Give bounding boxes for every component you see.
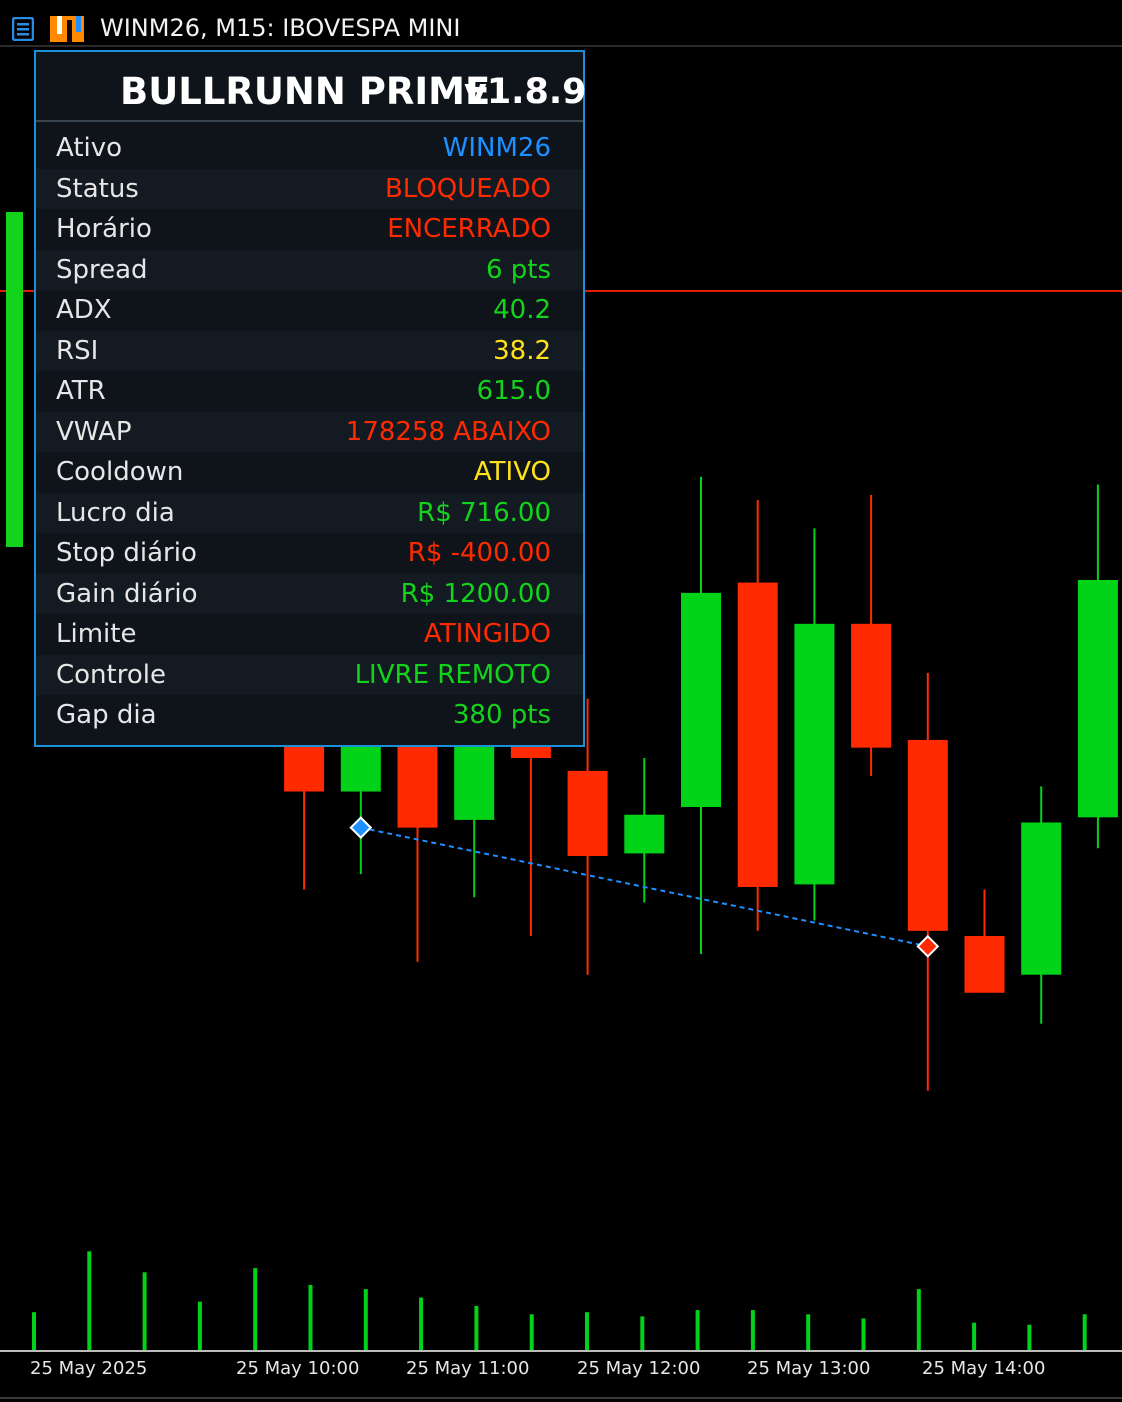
volume-bar <box>142 1272 147 1350</box>
volume-bar <box>32 1312 36 1350</box>
volume-bar <box>87 1251 92 1350</box>
candle-body <box>1021 822 1062 975</box>
volume-indicator-bar <box>6 212 23 547</box>
buy-marker-icon <box>349 816 373 840</box>
chart-title-bar: WINM26, M15: IBOVESPA MINI <box>0 0 1122 46</box>
volume-bar <box>640 1316 645 1350</box>
row-label: Stop diário <box>56 538 197 569</box>
bullrunn-info-panel[interactable]: BULLRUNN PRIME v1.8.9 Ativo WINM26 Status… <box>34 50 587 747</box>
panel-row-ativo: Ativo WINM26 <box>36 128 583 169</box>
panel-row-lucro-dia: Lucro dia R$ 716.00 <box>36 492 583 533</box>
symbol-timeframe-title: WINM26, M15: IBOVESPA MINI <box>100 14 461 42</box>
panel-row-vwap: VWAP 178258 ABAIXO <box>36 411 583 452</box>
panel-row-stop-diario: Stop diário R$ -400.00 <box>36 533 583 574</box>
volume-bar <box>861 1318 866 1350</box>
panel-row-atr: ATR 615.0 <box>36 371 583 412</box>
candle-body <box>907 739 948 931</box>
volume-bar <box>529 1314 534 1350</box>
row-label: Spread <box>56 254 148 285</box>
row-label: ATR <box>56 376 106 407</box>
time-axis-label: 25 May 13:00 <box>747 1358 871 1379</box>
row-value: ENCERRADO <box>387 214 551 245</box>
volume-bar <box>695 1310 700 1350</box>
time-axis-label: 25 May 11:00 <box>406 1358 530 1379</box>
row-label: Cooldown <box>56 457 184 488</box>
row-label: Ativo <box>56 133 123 164</box>
row-value: ATIVO <box>473 457 551 488</box>
volume-bar <box>750 1310 755 1350</box>
volume-bar <box>916 1289 921 1350</box>
panel-row-cooldown: Cooldown ATIVO <box>36 452 583 493</box>
panel-row-limite: Limite ATINGIDO <box>36 614 583 655</box>
row-value: WINM26 <box>442 133 551 164</box>
row-value: R$ 1200.00 <box>400 578 551 609</box>
row-label: Gain diário <box>56 578 198 609</box>
candle-body <box>1077 579 1118 818</box>
sell-marker-icon <box>916 934 940 958</box>
volume-bar <box>363 1289 368 1350</box>
row-value: 6 pts <box>485 254 551 285</box>
candle-body <box>851 623 892 748</box>
row-value: R$ 716.00 <box>417 497 551 528</box>
volume-bar <box>585 1312 589 1350</box>
candle-body <box>794 623 835 885</box>
panel-row-gain-diario: Gain diário R$ 1200.00 <box>36 573 583 614</box>
volume-bar <box>972 1322 977 1350</box>
panel-row-rsi: RSI 38.2 <box>36 330 583 371</box>
panel-row-status: Status BLOQUEADO <box>36 168 583 209</box>
volume-bar <box>474 1305 479 1350</box>
row-label: Status <box>56 173 139 204</box>
panel-rows: Ativo WINM26 Status BLOQUEADO Horário ENCER… <box>36 128 583 736</box>
row-label: Horário <box>56 214 152 245</box>
panel-row-gap-dia: Gap dia 380 pts <box>36 695 583 736</box>
time-axis-label: 25 May 14:00 <box>922 1358 1046 1379</box>
row-label: RSI <box>56 335 99 366</box>
row-label: Lucro dia <box>56 497 175 528</box>
time-axis-label: 25 May 12:00 <box>577 1358 701 1379</box>
row-label: VWAP <box>56 416 132 447</box>
panel-title: BULLRUNN PRIME <box>120 70 491 113</box>
row-value: LIVRE REMOTO <box>354 659 551 690</box>
panel-header: BULLRUNN PRIME v1.8.9 <box>36 52 587 122</box>
panel-version: v1.8.9 <box>464 72 587 112</box>
volume-histogram <box>32 1251 1087 1350</box>
panel-row-horario: Horário ENCERRADO <box>36 209 583 250</box>
volume-bar <box>308 1284 313 1350</box>
panel-row-controle: Controle LIVRE REMOTO <box>36 654 583 695</box>
row-value: ATINGIDO <box>423 619 551 650</box>
row-value: 40.2 <box>493 295 551 326</box>
time-axis-label: 25 May 10:00 <box>236 1358 360 1379</box>
row-value: R$ -400.00 <box>407 538 551 569</box>
row-value: 178258 ABAIXO <box>345 416 551 447</box>
row-value: 380 pts <box>452 700 551 731</box>
volume-bar <box>806 1314 811 1350</box>
row-value: BLOQUEADO <box>384 173 551 204</box>
row-label: ADX <box>56 295 112 326</box>
candle-body <box>964 936 1005 993</box>
time-axis-label: 25 May 2025 <box>30 1358 148 1379</box>
volume-bar <box>197 1301 202 1350</box>
candle-body <box>737 582 778 887</box>
candle-body <box>567 770 608 857</box>
volume-bar <box>1027 1324 1032 1350</box>
row-value: 615.0 <box>476 376 551 407</box>
time-axis: 25 May 2025 25 May 10:00 25 May 11:00 25… <box>0 1352 1122 1392</box>
row-label: Controle <box>56 659 166 690</box>
panel-row-spread: Spread 6 pts <box>36 249 583 290</box>
row-label: Gap dia <box>56 700 157 731</box>
candle-body <box>624 814 665 854</box>
candle-body <box>681 592 721 807</box>
panel-row-adx: ADX 40.2 <box>36 290 583 331</box>
volume-bar <box>253 1268 258 1350</box>
volume-bar <box>419 1297 424 1350</box>
row-value: 38.2 <box>493 335 551 366</box>
menu-icon[interactable] <box>12 17 34 41</box>
app-logo-icon <box>50 16 84 42</box>
row-label: Limite <box>56 619 137 650</box>
volume-bar <box>1082 1314 1087 1350</box>
